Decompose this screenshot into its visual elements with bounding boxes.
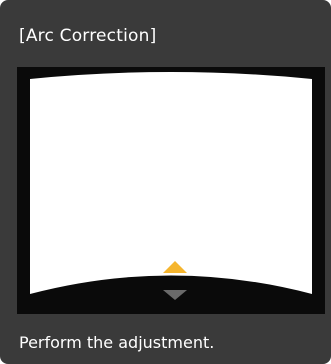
triangle-down-icon[interactable]: [163, 290, 187, 300]
arc-preview-frame: [17, 67, 325, 314]
arc-preview-svg: [30, 72, 312, 300]
projected-image-area: [30, 72, 312, 294]
arc-correction-dialog: [Arc Correction] Perform the adjustment.: [0, 0, 331, 364]
status-message: Perform the adjustment.: [19, 333, 215, 352]
dialog-title: [Arc Correction]: [19, 26, 157, 46]
